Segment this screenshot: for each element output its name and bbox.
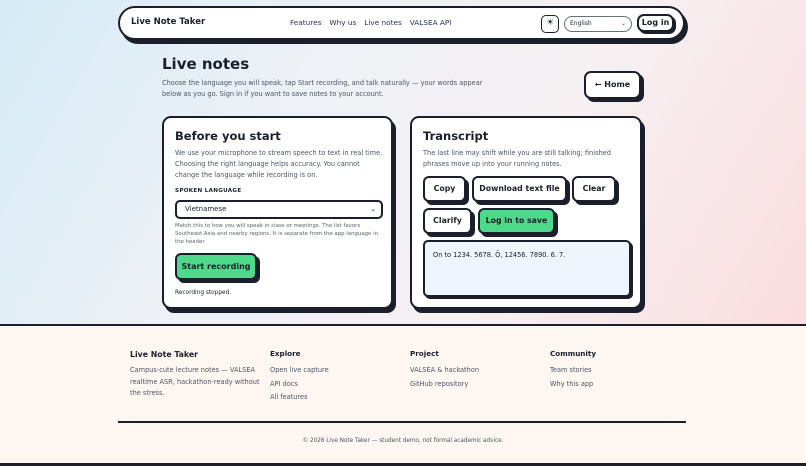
hero-background: [0, 0, 806, 325]
footer-link-all-features[interactable]: All features: [270, 393, 329, 401]
transcript-title: Transcript: [423, 129, 489, 143]
download-text-button[interactable]: Download text file: [472, 176, 567, 202]
footer-heading: Explore: [270, 349, 301, 358]
copyright: © 2026 Live Note Taker — student demo, n…: [302, 438, 504, 444]
footer-column-community: Community Team stories Why this app: [550, 349, 596, 393]
spoken-language-select[interactable]: Vietnamese ⌄: [175, 200, 383, 219]
footer-link-github[interactable]: GitHub repository: [410, 380, 479, 388]
setup-card: Before you start We use your microphone …: [162, 116, 393, 309]
footer-link-valsea-hackathon[interactable]: VALSEA & hackathon: [410, 366, 479, 374]
chevron-down-icon: ⌄: [370, 205, 376, 213]
language-hint: Match this to how you will speak in clas…: [175, 223, 379, 245]
transcript-text: On to 1234. 5678. Ō, 12456. 7890. 6. 7.: [433, 251, 566, 259]
footer-column-project: Project VALSEA & hackathon GitHub reposi…: [410, 349, 479, 393]
login-to-save-button[interactable]: Log in to save: [478, 208, 555, 234]
brand-logo[interactable]: Live Note Taker: [131, 17, 205, 27]
login-button[interactable]: Log in: [637, 14, 674, 32]
copy-button[interactable]: Copy: [423, 176, 466, 202]
recording-status: Recording stopped.: [175, 290, 232, 296]
app-language-value: English: [570, 20, 592, 27]
clarify-button[interactable]: Clarify: [423, 208, 472, 234]
footer-link-team-stories[interactable]: Team stories: [550, 366, 596, 374]
footer-link-why-this-app[interactable]: Why this app: [550, 380, 596, 388]
spoken-language-value: Vietnamese: [185, 205, 227, 213]
nav-link-live-notes[interactable]: Live notes: [364, 18, 401, 27]
footer-tagline: Campus-cute lecture notes — VALSEA realt…: [130, 366, 260, 397]
transcript-card: Transcript The last line may shift while…: [410, 116, 642, 309]
setup-title: Before you start: [175, 129, 281, 143]
footer-link-api-docs[interactable]: API docs: [270, 380, 329, 388]
app-language-select[interactable]: English ⌄: [564, 16, 632, 32]
start-recording-button[interactable]: Start recording: [175, 253, 257, 280]
nav-link-features[interactable]: Features: [290, 18, 321, 27]
spoken-language-label: SPOKEN LANGUAGE: [175, 188, 242, 194]
sun-icon: ☀: [545, 18, 555, 28]
page-description: Choose the language you will speak, tap …: [162, 79, 483, 98]
footer-heading: Community: [550, 349, 597, 358]
setup-description: We use your microphone to stream speech …: [175, 149, 383, 179]
theme-toggle-button[interactable]: ☀: [541, 15, 559, 33]
transcript-description: The last line may shift while you are st…: [423, 149, 611, 168]
nav-link-valsea-api[interactable]: VALSEA API: [410, 18, 452, 27]
footer-heading: Project: [410, 349, 439, 358]
nav-link-why-us[interactable]: Why us: [329, 18, 356, 27]
top-navbar: Live Note Taker Features Why us Live not…: [118, 6, 685, 40]
page-title: Live notes: [162, 55, 250, 73]
hero-divider: [0, 324, 806, 326]
transcript-textarea[interactable]: On to 1234. 5678. Ō, 12456. 7890. 6. 7.: [423, 240, 631, 297]
clear-button[interactable]: Clear: [572, 176, 616, 202]
footer-divider: [118, 421, 686, 423]
footer-brand: Live Note Taker: [130, 350, 199, 359]
nav-links: Features Why us Live notes VALSEA API: [290, 18, 451, 27]
footer-column-explore: Explore Open live capture API docs All f…: [270, 349, 329, 407]
home-button[interactable]: ← Home: [584, 71, 641, 99]
footer-link-open-live-capture[interactable]: Open live capture: [270, 366, 329, 374]
chevron-down-icon: ⌄: [620, 20, 626, 27]
